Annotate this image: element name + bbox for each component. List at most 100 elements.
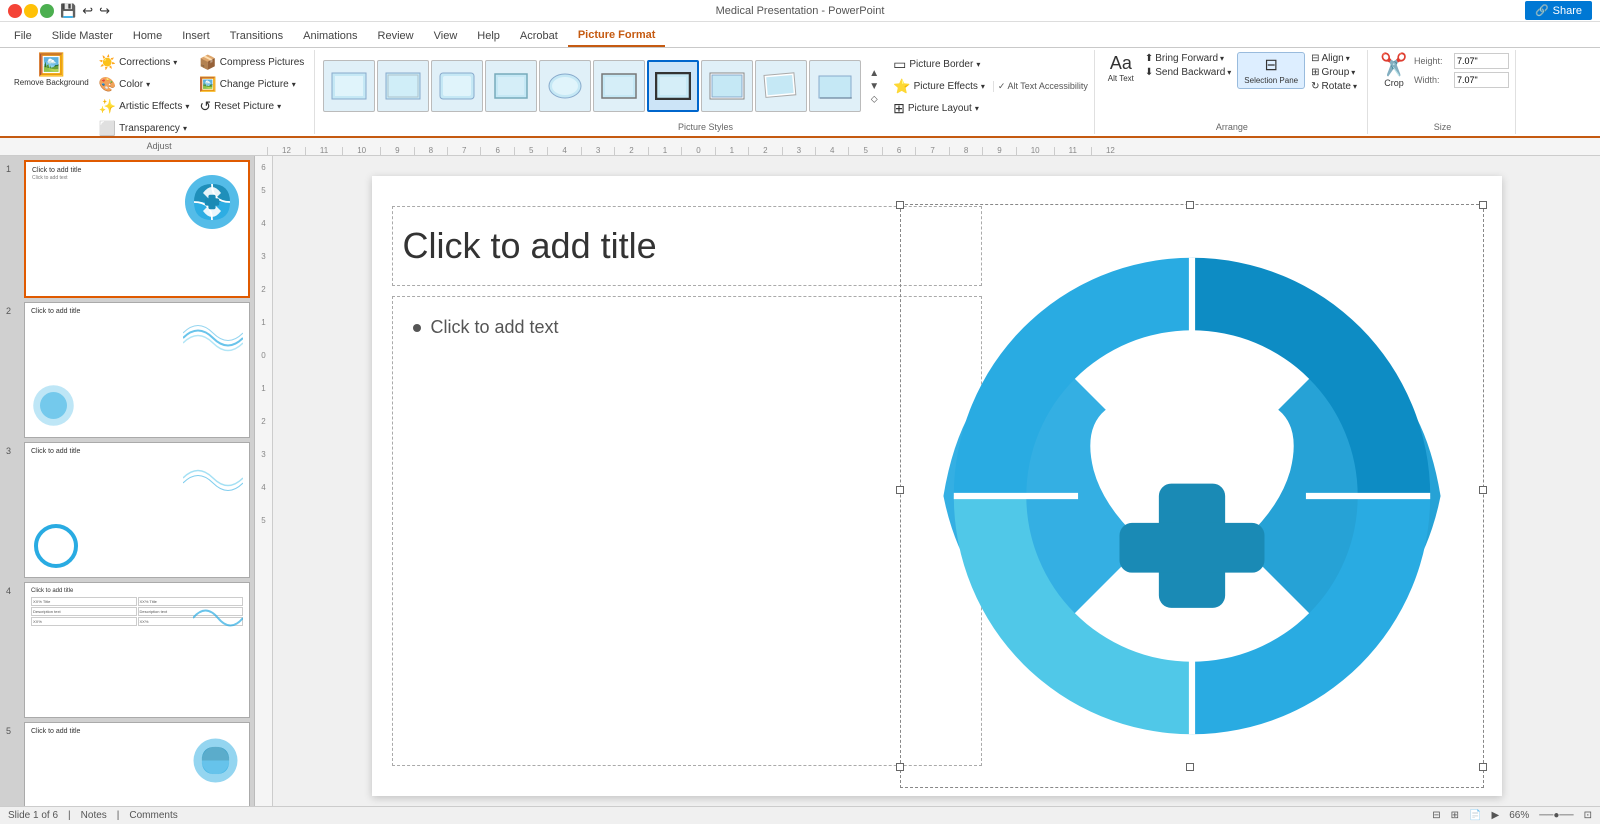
slide-content-text[interactable]: Click to add text xyxy=(431,317,559,338)
pic-style-1[interactable] xyxy=(323,60,375,112)
slide-thumb-2[interactable]: Click to add title xyxy=(24,302,250,438)
tab-help[interactable]: Help xyxy=(467,25,510,47)
ruler-tick-3b: 3 xyxy=(782,147,815,155)
align-button[interactable]: ⊟ Align ▾ xyxy=(1307,52,1361,65)
pic-style-2[interactable] xyxy=(377,60,429,112)
pic-style-4[interactable] xyxy=(485,60,537,112)
group-button[interactable]: ⊞ Group ▾ xyxy=(1307,66,1361,79)
ruler-tick-4: 4 xyxy=(547,147,580,155)
close-button[interactable] xyxy=(8,4,22,18)
resize-handle-bl[interactable] xyxy=(896,763,904,771)
gallery-up-icon[interactable]: ▲ xyxy=(869,68,879,79)
compress-pictures-button[interactable]: 📦 Compress Pictures xyxy=(195,52,308,73)
reset-picture-button[interactable]: ↺ Reset Picture ▾ xyxy=(195,96,308,117)
title-bar-left: 💾 ↩ ↪ xyxy=(8,3,536,19)
accessibility-section: ✓ Alt Text Accessibility xyxy=(993,81,1088,92)
selection-pane-button[interactable]: ⊟ Selection Pane xyxy=(1237,52,1305,89)
tab-slidemaster[interactable]: Slide Master xyxy=(42,25,123,47)
view-slidesorter-icon[interactable]: ⊞ xyxy=(1451,810,1459,821)
bring-forward-button[interactable]: ⬆ Bring Forward ▾ xyxy=(1141,52,1235,65)
acc-label: Accessibility xyxy=(1039,81,1088,91)
slide-thumb-1[interactable]: Click to add title Click to add text xyxy=(24,160,250,298)
tab-review[interactable]: Review xyxy=(368,25,424,47)
height-input[interactable] xyxy=(1454,53,1509,69)
slide-5-icon xyxy=(188,733,243,788)
view-normal-icon[interactable]: ⊟ xyxy=(1432,810,1440,821)
tab-file[interactable]: File xyxy=(4,25,42,47)
adjust-col: ☀️ Corrections ▾ 🎨 Color ▾ ✨ Artistic Ef… xyxy=(95,52,194,139)
size-group-label: Size xyxy=(1434,120,1452,132)
resize-handle-br[interactable] xyxy=(1479,763,1487,771)
pic-style-5[interactable] xyxy=(539,60,591,112)
change-picture-button[interactable]: 🖼️ Change Picture ▾ xyxy=(195,74,308,95)
compress-icon: 📦 xyxy=(199,54,216,71)
slide-title-text[interactable]: Click to add title xyxy=(403,225,657,267)
pic-style-3[interactable] xyxy=(431,60,483,112)
ruler-tick-2b: 2 xyxy=(748,147,781,155)
canvas-scroll[interactable]: Click to add title Click to add text xyxy=(273,156,1600,806)
fit-slide-icon[interactable]: ⊡ xyxy=(1584,810,1592,821)
pic-style-7[interactable] xyxy=(647,60,699,112)
send-backward-button[interactable]: ⬇ Send Backward ▾ xyxy=(1141,66,1235,79)
slide-thumb-wrapper-4: 4 Click to add title XX% Title XX% Title… xyxy=(24,582,250,718)
gallery-scroll-buttons[interactable]: ▲ ▼ ⬦ xyxy=(867,66,881,107)
change-dropdown: ▾ xyxy=(292,80,296,89)
slide-content-area[interactable]: Click to add text xyxy=(392,296,982,766)
tab-acrobat[interactable]: Acrobat xyxy=(510,25,568,47)
share-button[interactable]: 🔗 Share xyxy=(1525,1,1592,20)
remove-background-button[interactable]: 🖼️ Remove Background xyxy=(10,52,93,90)
picture-effects-button[interactable]: ⭐ Picture Effects ▾ xyxy=(889,76,989,97)
tab-view[interactable]: View xyxy=(424,25,468,47)
ruler-v-3: 3 xyxy=(261,252,265,261)
tab-home[interactable]: Home xyxy=(123,25,172,47)
pic-style-10[interactable] xyxy=(809,60,861,112)
gallery-expand-icon[interactable]: ⬦ xyxy=(871,94,878,105)
zoom-slider[interactable]: ──●── xyxy=(1539,810,1573,821)
tab-picture-format[interactable]: Picture Format xyxy=(568,25,666,47)
view-slideshow-icon[interactable]: ▶ xyxy=(1492,810,1500,821)
transparency-button[interactable]: ⬜ Transparency ▾ xyxy=(95,118,194,139)
slide-canvas[interactable]: Click to add title Click to add text xyxy=(372,176,1502,796)
color-button[interactable]: 🎨 Color ▾ xyxy=(95,74,194,95)
picture-layout-button[interactable]: ⊞ Picture Layout ▾ xyxy=(889,98,989,119)
notes-button[interactable]: Notes xyxy=(81,810,107,821)
comments-button[interactable]: Comments xyxy=(129,810,177,821)
slide-title-area[interactable]: Click to add title xyxy=(392,206,982,286)
crop-button[interactable]: ✂️ Crop xyxy=(1376,52,1412,90)
quick-access-redo[interactable]: ↪ xyxy=(99,3,110,19)
medical-icon-area[interactable] xyxy=(902,206,1482,786)
alt-text-button[interactable]: Aa Alt Text xyxy=(1103,52,1139,85)
tab-insert[interactable]: Insert xyxy=(172,25,220,47)
resize-handle-ml[interactable] xyxy=(896,486,904,494)
width-input[interactable] xyxy=(1454,72,1509,88)
slide-thumb-5[interactable]: Click to add title xyxy=(24,722,250,806)
resize-handle-tr[interactable] xyxy=(1479,201,1487,209)
slide-thumb-4[interactable]: Click to add title XX% Title XX% Title D… xyxy=(24,582,250,718)
gallery-down-icon[interactable]: ▼ xyxy=(869,81,879,92)
ruler-tick-9: 9 xyxy=(380,147,413,155)
pic-style-6[interactable] xyxy=(593,60,645,112)
minimize-button[interactable] xyxy=(24,4,38,18)
width-label: Width: xyxy=(1414,75,1452,85)
view-reading-icon[interactable]: 📄 xyxy=(1469,810,1481,821)
resize-handle-tl[interactable] xyxy=(896,201,904,209)
quick-access-save[interactable]: 💾 xyxy=(60,3,76,19)
rotate-button[interactable]: ↻ Rotate ▾ xyxy=(1307,80,1361,93)
tab-transitions[interactable]: Transitions xyxy=(220,25,293,47)
tab-animations[interactable]: Animations xyxy=(293,25,367,47)
corrections-button[interactable]: ☀️ Corrections ▾ xyxy=(95,52,194,73)
pic-style-9[interactable] xyxy=(755,60,807,112)
resize-handle-bm[interactable] xyxy=(1186,763,1194,771)
pic-style-8[interactable] xyxy=(701,60,753,112)
picture-border-button[interactable]: ▭ Picture Border ▾ xyxy=(889,54,989,75)
quick-access-undo[interactable]: ↩ xyxy=(82,3,93,19)
slide-3-icon xyxy=(183,453,243,503)
slide-thumb-3[interactable]: Click to add title xyxy=(24,442,250,578)
reset-icon: ↺ xyxy=(199,98,211,115)
slide-thumb-wrapper-1: 1 Click to add title Click to add text xyxy=(24,160,250,298)
artistic-effects-button[interactable]: ✨ Artistic Effects ▾ xyxy=(95,96,194,117)
resize-handle-tm[interactable] xyxy=(1186,201,1194,209)
forward-dropdown: ▾ xyxy=(1220,54,1224,63)
resize-handle-mr[interactable] xyxy=(1479,486,1487,494)
maximize-button[interactable] xyxy=(40,4,54,18)
